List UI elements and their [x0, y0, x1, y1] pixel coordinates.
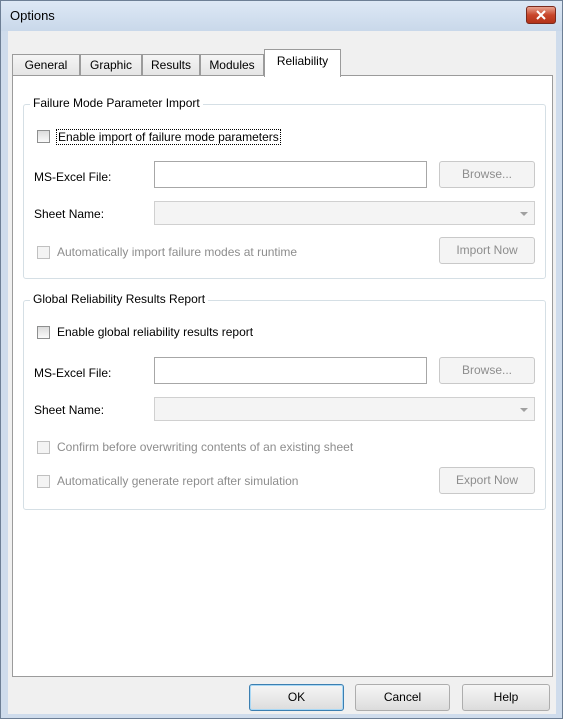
- report-sheet-name-select[interactable]: [154, 397, 535, 421]
- browse-button[interactable]: Browse...: [439, 161, 535, 188]
- confirm-overwrite-label: Confirm before overwriting contents of a…: [57, 440, 354, 454]
- group-title: Failure Mode Parameter Import: [30, 96, 203, 110]
- window-title: Options: [10, 8, 55, 23]
- tab-modules[interactable]: Modules: [200, 54, 264, 76]
- tab-label: Reliability: [276, 54, 329, 68]
- enable-report-label: Enable global reliability results report: [57, 325, 254, 339]
- report-group: Global Reliability Results Report Enable…: [23, 292, 546, 510]
- enable-import-checkbox[interactable]: [37, 130, 50, 143]
- confirm-overwrite-checkbox[interactable]: [37, 441, 50, 454]
- export-now-button[interactable]: Export Now: [439, 467, 535, 494]
- title-bar[interactable]: Options: [1, 1, 562, 31]
- excel-file-label: MS-Excel File:: [34, 170, 112, 184]
- auto-import-checkbox[interactable]: [37, 246, 50, 259]
- close-button[interactable]: [526, 6, 556, 24]
- report-browse-button[interactable]: Browse...: [439, 357, 535, 384]
- ok-button[interactable]: OK: [249, 684, 344, 711]
- auto-report-label: Automatically generate report after simu…: [57, 474, 299, 488]
- import-now-button[interactable]: Import Now: [439, 237, 535, 264]
- auto-import-label: Automatically import failure modes at ru…: [57, 245, 298, 259]
- dialog-client: General Graphic Results Modules Reliabil…: [8, 31, 556, 714]
- enable-report-checkbox[interactable]: [37, 326, 50, 339]
- tab-results[interactable]: Results: [142, 54, 200, 76]
- tab-graphic[interactable]: Graphic: [80, 54, 142, 76]
- chevron-down-icon: [520, 408, 528, 412]
- options-dialog: Options General Graphic Results Modules …: [0, 0, 563, 719]
- tab-general[interactable]: General: [12, 54, 80, 76]
- excel-file-input[interactable]: [154, 161, 427, 188]
- help-button[interactable]: Help: [462, 684, 550, 711]
- chevron-down-icon: [520, 212, 528, 216]
- report-excel-file-input[interactable]: [154, 357, 427, 384]
- group-title: Global Reliability Results Report: [30, 292, 209, 306]
- failure-mode-group: Failure Mode Parameter Import Enable imp…: [23, 96, 546, 279]
- cancel-button[interactable]: Cancel: [355, 684, 450, 711]
- report-excel-file-label: MS-Excel File:: [34, 366, 112, 380]
- close-icon: [536, 10, 546, 20]
- auto-report-checkbox[interactable]: [37, 475, 50, 488]
- tab-label: Results: [150, 58, 191, 72]
- tab-label: Graphic: [89, 58, 133, 72]
- tab-label: General: [24, 58, 68, 72]
- sheet-name-label: Sheet Name:: [34, 207, 105, 221]
- tab-reliability[interactable]: Reliability: [264, 49, 341, 77]
- tab-label: Modules: [209, 58, 255, 72]
- reliability-tab-page: Failure Mode Parameter Import Enable imp…: [12, 75, 553, 677]
- enable-import-label: Enable import of failure mode parameters: [56, 129, 281, 145]
- report-sheet-name-label: Sheet Name:: [34, 403, 105, 417]
- sheet-name-select[interactable]: [154, 201, 535, 225]
